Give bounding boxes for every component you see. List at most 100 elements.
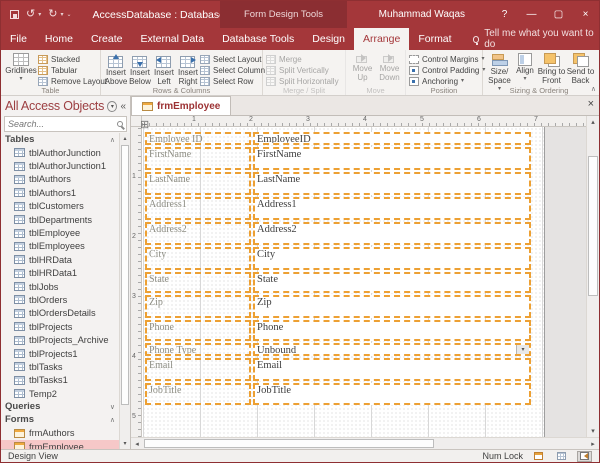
insert-above-button[interactable]: Insert Above [104, 52, 128, 87]
nav-table-item[interactable]: tblJobs [1, 280, 119, 293]
select-row-button[interactable]: Select Row [200, 76, 265, 86]
nav-table-item[interactable]: tblTasks1 [1, 374, 119, 387]
control-padding-button[interactable]: Control Padding▾ [409, 65, 485, 75]
scroll-down-icon[interactable]: ▾ [587, 425, 599, 437]
field-label[interactable]: Address1 [145, 197, 251, 220]
horizontal-ruler[interactable]: 1234567 [142, 116, 586, 127]
tab-arrange[interactable]: Arrange [354, 28, 409, 50]
field-label[interactable]: Address2 [145, 222, 251, 245]
tab-format[interactable]: Format [409, 28, 460, 50]
redo-icon[interactable]: ↻ [48, 9, 57, 20]
field-label[interactable]: City [145, 247, 251, 270]
form-view-button[interactable] [531, 451, 546, 462]
redo-dropdown-icon[interactable]: ▾ [60, 11, 63, 18]
bring-to-front-button[interactable]: Bring to Front [537, 52, 566, 86]
signed-in-user[interactable]: Muhammad Waqas [379, 9, 465, 20]
datasheet-view-button[interactable] [554, 451, 569, 462]
field-control[interactable]: Phone ▾ [253, 320, 531, 341]
field-label[interactable]: State [145, 272, 251, 293]
nav-table-item[interactable]: tblHRData [1, 253, 119, 266]
tab-create[interactable]: Create [82, 28, 132, 50]
nav-group-queries[interactable]: Queries ∨ [1, 400, 119, 413]
select-layout-button[interactable]: Select Layout [200, 54, 265, 64]
field-control[interactable]: JobTitle ▾ [253, 383, 531, 405]
nav-table-item[interactable]: tblOrders [1, 293, 119, 306]
nav-form-item[interactable]: frmEmployee [1, 440, 119, 449]
nav-scrollbar[interactable]: ▴ ▾ [119, 133, 130, 449]
field-control[interactable]: Zip ▾ [253, 295, 531, 318]
nav-table-item[interactable]: tblProjects [1, 320, 119, 333]
tab-database-tools[interactable]: Database Tools [213, 28, 303, 50]
gridlines-button[interactable]: Gridlines ▾ [4, 52, 38, 82]
maximize-button[interactable]: ▢ [545, 1, 572, 28]
vertical-ruler[interactable]: 12345 [131, 127, 142, 437]
field-label[interactable]: Employee ID [145, 132, 251, 145]
nav-form-item[interactable]: frmAuthors [1, 426, 119, 439]
nav-table-item[interactable]: tblAuthorJunction1 [1, 159, 119, 172]
nav-table-item[interactable]: tblProjects1 [1, 347, 119, 360]
nav-table-item[interactable]: tblEmployees [1, 240, 119, 253]
nav-table-item[interactable]: tblProjects_Archive [1, 333, 119, 346]
insert-right-button[interactable]: Insert Right [176, 52, 200, 87]
field-label[interactable]: FirstName [145, 147, 251, 170]
anchoring-button[interactable]: Anchoring▾ [409, 76, 485, 86]
form-grid-canvas[interactable]: ⊞ Employee ID EmployeeID ▾ [142, 127, 544, 437]
tab-external-data[interactable]: External Data [131, 28, 213, 50]
horizontal-scrollbar[interactable]: ◂ ▸ [131, 437, 599, 449]
insert-left-button[interactable]: Insert Left [152, 52, 176, 87]
tab-design[interactable]: Design [303, 28, 354, 50]
customize-qat-icon[interactable]: ⌄ [66, 11, 71, 18]
stacked-button[interactable]: Stacked [38, 54, 107, 64]
nav-table-item[interactable]: tblDepartments [1, 213, 119, 226]
minimize-button[interactable]: — [518, 1, 545, 28]
field-control[interactable]: EmployeeID ▾ [253, 132, 531, 145]
close-button[interactable]: × [572, 1, 599, 28]
nav-table-item[interactable]: tblAuthors1 [1, 186, 119, 199]
search-icon[interactable] [117, 121, 123, 127]
nav-menu-icon[interactable]: ▾ [107, 101, 117, 112]
vertical-scrollbar-thumb[interactable] [588, 156, 598, 296]
field-control[interactable]: City ▾ [253, 247, 531, 270]
tab-home[interactable]: Home [36, 28, 82, 50]
field-control[interactable]: State ▾ [253, 272, 531, 293]
help-button[interactable]: ? [491, 1, 518, 28]
nav-table-item[interactable]: Temp2 [1, 387, 119, 400]
document-tab-frmemployee[interactable]: frmEmployee [131, 96, 231, 115]
field-label[interactable]: LastName [145, 172, 251, 195]
remove-layout-button[interactable]: Remove Layout [38, 76, 107, 86]
nav-table-item[interactable]: tblHRData1 [1, 267, 119, 280]
send-to-back-button[interactable]: Send to Back [566, 52, 595, 86]
search-input[interactable] [8, 119, 115, 129]
scroll-up-icon[interactable]: ▴ [587, 116, 599, 128]
scroll-right-icon[interactable]: ▸ [587, 438, 599, 449]
nav-table-item[interactable]: tblAuthors [1, 173, 119, 186]
field-label[interactable]: JobTitle [145, 383, 251, 405]
field-control[interactable]: Unbound ▾ [253, 343, 531, 356]
field-label[interactable]: Phone Type [145, 343, 251, 356]
combo-dropdown-button[interactable]: ▾ [516, 345, 529, 354]
tabular-button[interactable]: Tabular [38, 65, 107, 75]
nav-table-item[interactable]: tblOrdersDetails [1, 307, 119, 320]
design-view-button[interactable] [577, 451, 592, 462]
nav-group-forms[interactable]: Forms ∧ [1, 413, 119, 426]
scroll-down-icon[interactable]: ▾ [120, 438, 130, 449]
scroll-left-icon[interactable]: ◂ [131, 438, 143, 449]
field-control[interactable]: LastName ▾ [253, 172, 531, 195]
vertical-scrollbar[interactable]: ▴ ▾ [586, 116, 599, 437]
horizontal-scrollbar-thumb[interactable] [144, 439, 434, 448]
layout-selector-icon[interactable]: ⊞ [140, 120, 149, 131]
select-column-button[interactable]: Select Column [200, 65, 265, 75]
field-label[interactable]: Email [145, 358, 251, 381]
nav-table-item[interactable]: tblTasks [1, 360, 119, 373]
close-document-icon[interactable]: × [588, 99, 594, 110]
collapse-ribbon-button[interactable]: ∧ [591, 85, 596, 93]
field-control[interactable]: Email ▾ [253, 358, 531, 381]
field-label[interactable]: Zip [145, 295, 251, 318]
undo-icon[interactable]: ↺ [26, 9, 35, 20]
nav-table-item[interactable]: tblEmployee [1, 226, 119, 239]
field-control[interactable]: Address1 ▾ [253, 197, 531, 220]
nav-table-item[interactable]: tblAuthorJunction [1, 146, 119, 159]
control-margins-button[interactable]: Control Margins▾ [409, 54, 485, 64]
align-button[interactable]: Align ▾ [513, 52, 537, 82]
nav-group-tables[interactable]: Tables ∧ [1, 133, 119, 146]
